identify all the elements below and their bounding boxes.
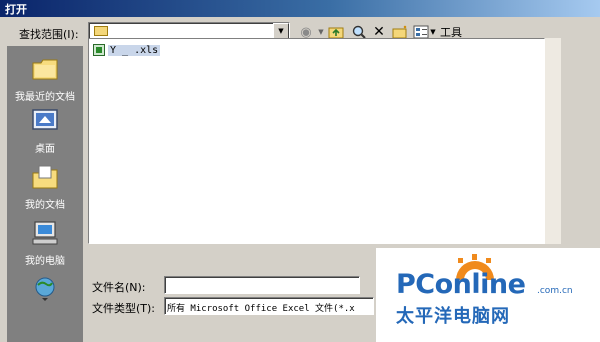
file-type-dropdown[interactable]: 所有 Microsoft Office Excel 文件(*.x (164, 297, 374, 315)
window-title: 打开 (5, 3, 27, 16)
excel-file-icon (93, 44, 105, 56)
file-item[interactable]: Y _ .xls (93, 43, 161, 57)
my-documents-icon (32, 165, 58, 189)
places-item-desktop[interactable]: 桌面 (7, 108, 83, 155)
places-item-label: 我最近的文档 (15, 92, 75, 103)
places-item-network[interactable] (7, 276, 83, 308)
file-name-label: 文件名(N): (92, 281, 146, 294)
open-dialog: 打开 查找范围(I): ▼ ◉ ▼ ✕ ▼ 工具 我最近的文档 桌面 我的文档 … (0, 0, 600, 342)
look-in-folder-name (111, 26, 211, 38)
places-item-recent[interactable]: 我最近的文档 (7, 56, 83, 103)
look-in-label: 查找范围(I): (19, 28, 79, 41)
watermark-chinese-name: 太平洋电脑网 (396, 306, 510, 327)
file-type-label: 文件类型(T): (92, 302, 156, 315)
watermark-brand: PConline (396, 269, 526, 300)
pconline-watermark: PConline .com.cn 太平洋电脑网 (376, 248, 600, 342)
folder-icon (94, 26, 108, 36)
watermark-domain: .com.cn (537, 286, 573, 296)
file-list-scrollbar[interactable] (545, 38, 561, 244)
title-bar[interactable]: 打开 (0, 0, 600, 17)
places-item-my-computer[interactable]: 我的电脑 (7, 220, 83, 267)
up-folder-icon (328, 27, 344, 39)
places-item-my-documents[interactable]: 我的文档 (7, 164, 83, 211)
file-name-input[interactable] (164, 276, 360, 294)
views-icon (413, 25, 429, 39)
desktop-icon (32, 109, 58, 130)
places-item-label: 我的电脑 (25, 256, 65, 267)
my-computer-icon (32, 221, 58, 245)
file-name: Y _ .xls (108, 44, 161, 56)
recent-documents-icon (32, 59, 58, 80)
new-folder-icon (392, 25, 407, 39)
network-places-icon (35, 277, 55, 301)
places-bar: 我最近的文档 桌面 我的文档 我的电脑 (7, 46, 83, 342)
places-item-label: 我的文档 (25, 200, 65, 211)
places-item-label: 桌面 (35, 144, 55, 155)
file-list[interactable]: Y _ .xls (88, 38, 545, 244)
